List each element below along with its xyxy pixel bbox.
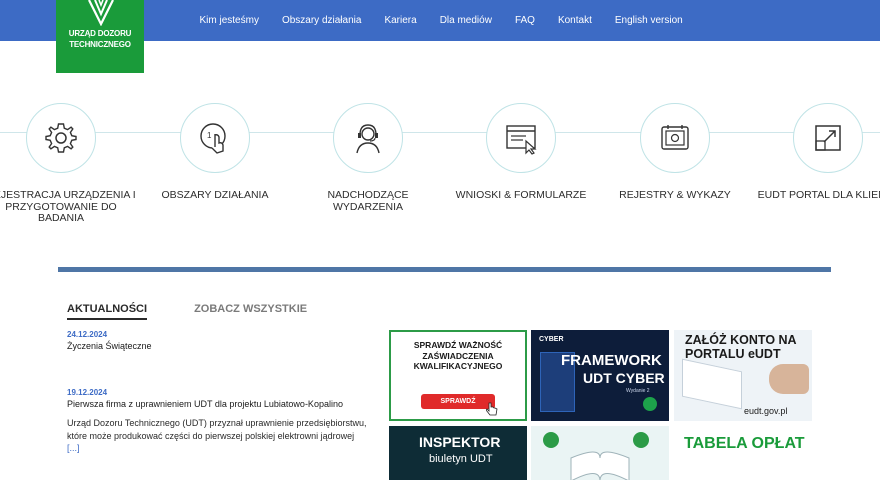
main-nav: Kim jesteśmy Obszary działania Kariera D… [188,0,694,41]
nav-obszary-dzialania[interactable]: Obszary działania [282,15,361,26]
open-book-illustration [543,432,649,480]
news-date: 24.12.2024 [67,330,108,339]
tile-circle: 1 [180,103,250,173]
edition-label: Wydanie 2 [626,388,650,394]
banner-text: SPRAWDŹ WAŻNOŚĆ ZAŚWIADCZENIA KWALIFIKAC… [413,340,503,371]
hand-cursor-icon [486,402,498,416]
headset-person-icon [356,124,380,154]
tile-circle [26,103,96,173]
banner-check-certificate[interactable]: SPRAWDŹ WAŻNOŚĆ ZAŚWIADCZENIA KWALIFIKAC… [389,330,527,421]
register-book-icon [661,125,689,150]
tile-label: REJESTRACJA URZĄDZENIA I PRZYGOTOWANIE D… [0,189,136,224]
banner-inspektor[interactable]: INSPEKTOR biuletyn UDT [389,426,527,480]
news-excerpt: Urząd Dozoru Technicznego (UDT) przyznał… [67,417,367,455]
news-title-link[interactable]: Życzenia Świąteczne [67,341,152,351]
news-tabs: AKTUALNOŚCI ZOBACZ WSZYSTKIE [67,303,307,320]
check-button[interactable]: SPRAWDŹ [421,394,495,409]
nav-kim-jestesmy[interactable]: Kim jesteśmy [200,15,259,26]
tile-label: NADCHODZĄCE WYDARZENIA [327,189,409,213]
nav-english-version[interactable]: English version [615,15,683,26]
eudt-url: eudt.gov.pl [744,406,788,416]
logo-mark-icon [88,0,114,26]
banner-fee-table[interactable]: TABELA OPŁAT [674,426,812,480]
tile-circle [793,103,863,173]
cyber-tag: CYBER [539,336,564,343]
banner-title: ZAŁÓŻ KONTO NA PORTALU eUDT [685,333,797,361]
nav-kariera[interactable]: Kariera [384,15,416,26]
tile-circle [640,103,710,173]
tab-zobacz-wszystkie[interactable]: ZOBACZ WSZYSTKIE [194,303,307,320]
tile-label: WNIOSKI & FORMULARZE [455,189,587,201]
banner-eudt-account[interactable]: ZAŁÓŻ KONTO NA PORTALU eUDT eudt.gov.pl [674,330,812,421]
news-date: 19.12.2024 [67,388,108,397]
nav-kontakt[interactable]: Kontakt [558,15,592,26]
logo-text: URZĄD DOZORU TECHNICZNEGO [56,28,144,50]
gear-icon [45,123,77,153]
banner-udt-cyber[interactable]: CYBER FRAMEWORK UDT CYBER Wydanie 2 [531,330,669,421]
nav-dla-mediow[interactable]: Dla mediów [440,15,492,26]
logo-line-2: TECHNICZNEGO [69,40,131,49]
section-divider [58,267,831,272]
hand-illustration [769,364,809,394]
banner-publications[interactable] [531,426,669,480]
inspektor-title: INSPEKTOR [419,434,501,450]
svg-text:1: 1 [207,131,212,140]
browser-form-icon [506,125,537,155]
tile-label: REJESTRY & WYKAZY [619,189,731,201]
tile-circle [333,103,403,173]
download-icon [643,397,657,411]
phone-illustration [682,358,742,410]
news-title-link[interactable]: Pierwsza firma z uprawnieniem UDT dla pr… [67,399,343,409]
inspektor-subtitle: biuletyn UDT [429,453,493,465]
touch-index-icon: 1 [200,123,226,154]
tile-label: OBSZARY DZIAŁANIA [161,189,269,201]
read-more-link[interactable]: [...] [67,443,80,453]
framework-title: FRAMEWORK [561,352,662,369]
fee-table-title: TABELA OPŁAT [684,435,805,452]
logo-line-1: URZĄD DOZORU [68,29,132,38]
tiles-connector-line [0,132,880,133]
udt-cyber-title: UDT CYBER [583,370,665,386]
tab-aktualnosci[interactable]: AKTUALNOŚCI [67,303,148,320]
nav-faq[interactable]: FAQ [515,15,535,26]
external-link-icon [815,125,841,151]
udt-logo[interactable]: URZĄD DOZORU TECHNICZNEGO [56,0,144,73]
tile-label: EUDT PORTAL DLA KLIENTA [757,189,880,201]
news-excerpt-text: Urząd Dozoru Technicznego (UDT) przyznał… [67,418,367,441]
tile-circle [486,103,556,173]
